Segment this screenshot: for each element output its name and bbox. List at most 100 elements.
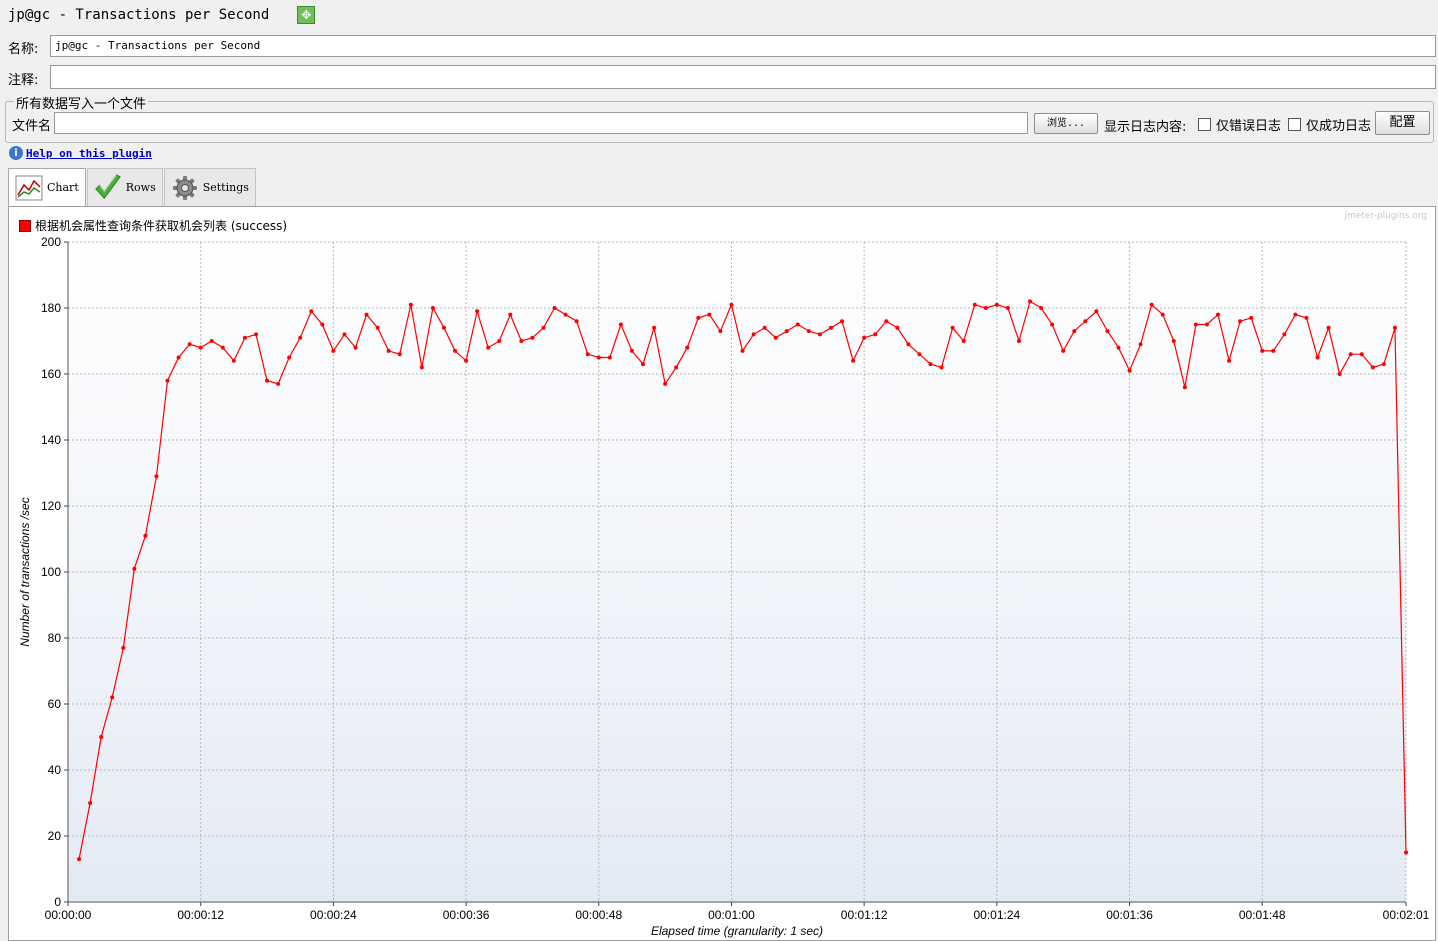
data-point xyxy=(1039,306,1044,310)
x-tick-label: 00:00:12 xyxy=(177,908,224,922)
data-point xyxy=(806,329,811,334)
data-point xyxy=(972,302,977,307)
data-point xyxy=(961,339,966,343)
data-point xyxy=(773,335,778,340)
data-point xyxy=(198,345,203,350)
y-tick-label: 60 xyxy=(48,697,62,711)
data-point xyxy=(1359,352,1364,357)
data-point xyxy=(729,302,734,307)
data-point xyxy=(1116,345,1121,350)
data-point xyxy=(1050,322,1055,327)
x-tick-label: 00:01:48 xyxy=(1239,908,1286,922)
data-point xyxy=(486,345,491,350)
tps-chart: 0 20 40 60 80 100 120 140 160 180 200 00:00:00 00:00… xyxy=(18,235,1430,938)
data-point xyxy=(1271,348,1276,353)
data-point xyxy=(1016,339,1021,343)
data-point xyxy=(652,325,657,330)
data-point xyxy=(121,645,126,650)
data-point xyxy=(154,474,159,479)
data-point xyxy=(242,335,247,340)
data-point xyxy=(1315,355,1320,360)
comment-field[interactable] xyxy=(50,65,1436,89)
data-point xyxy=(176,355,181,360)
name-label: 名称: xyxy=(8,42,39,57)
data-point xyxy=(364,312,369,317)
data-point xyxy=(309,309,314,314)
data-point xyxy=(298,335,303,340)
data-point xyxy=(1138,342,1143,347)
legend-series-label: 根据机会属性查询条件获取机会列表 (success) xyxy=(35,219,288,233)
configure-button[interactable]: 配置 xyxy=(1375,111,1430,135)
data-point xyxy=(1171,339,1176,343)
y-tick-label: 20 xyxy=(48,829,62,843)
data-point xyxy=(740,348,745,353)
x-tick-label: 00:00:24 xyxy=(310,908,357,922)
data-point xyxy=(1127,368,1132,373)
tab-settings-label: Settings xyxy=(202,181,249,194)
data-point xyxy=(530,335,535,340)
data-point xyxy=(917,352,922,357)
name-field[interactable]: jp@gc - Transactions per Second xyxy=(50,35,1436,57)
data-point xyxy=(1182,385,1187,390)
data-point xyxy=(110,695,115,700)
data-point xyxy=(1149,302,1154,307)
help-plugin-link[interactable]: Help on this plugin xyxy=(26,147,152,160)
x-tick-label: 00:01:36 xyxy=(1106,908,1153,922)
data-point xyxy=(1216,312,1221,317)
data-point xyxy=(828,325,833,330)
data-point xyxy=(994,302,999,307)
data-point xyxy=(88,801,93,805)
errors-only-checkbox[interactable]: 仅错误日志 xyxy=(1198,115,1281,134)
browse-button[interactable]: 浏览... xyxy=(1034,113,1098,134)
data-point xyxy=(696,315,701,320)
chart-legend: 根据机会属性查询条件获取机会列表 (success) xyxy=(19,217,287,234)
data-point xyxy=(552,306,557,310)
data-point xyxy=(862,335,867,340)
tab-chart[interactable]: Chart xyxy=(8,168,86,206)
gear-icon xyxy=(171,174,199,202)
window-title-row: jp@gc - Transactions per Second ✥ xyxy=(8,4,316,26)
data-point xyxy=(663,381,668,386)
data-point xyxy=(1061,348,1066,353)
x-tick-label: 00:01:12 xyxy=(841,908,888,922)
data-point xyxy=(408,302,413,307)
data-point xyxy=(751,332,756,337)
data-point xyxy=(386,348,391,353)
data-point xyxy=(1370,365,1375,370)
chart-watermark: jmeter-plugins.org xyxy=(1344,211,1427,221)
window-title: jp@gc - Transactions per Second xyxy=(8,7,270,23)
data-point xyxy=(762,325,767,330)
comment-label: 注释: xyxy=(8,73,39,88)
success-only-checkbox[interactable]: 仅成功日志 xyxy=(1288,115,1371,134)
data-point xyxy=(497,339,502,343)
data-point xyxy=(718,329,723,334)
data-point xyxy=(453,348,458,353)
errors-only-label: 仅错误日志 xyxy=(1216,119,1282,134)
data-point xyxy=(253,332,258,337)
filename-field[interactable] xyxy=(54,112,1028,134)
y-tick-label: 120 xyxy=(41,499,61,513)
data-point xyxy=(187,342,192,347)
success-only-label: 仅成功日志 xyxy=(1306,119,1372,134)
tab-rows[interactable]: Rows xyxy=(86,168,163,206)
x-tick-label: 00:00:36 xyxy=(443,908,490,922)
data-point xyxy=(508,312,513,317)
data-point xyxy=(629,348,634,353)
success-only-checkbox-box[interactable] xyxy=(1288,118,1301,131)
errors-only-checkbox-box[interactable] xyxy=(1198,118,1211,131)
data-point xyxy=(707,312,712,317)
x-axis-title: Elapsed time (granularity: 1 sec) xyxy=(651,924,823,938)
data-point xyxy=(983,306,988,310)
data-point xyxy=(77,857,82,862)
y-tick-label: 0 xyxy=(54,895,61,909)
tab-settings[interactable]: Settings xyxy=(163,168,256,206)
data-point xyxy=(1304,315,1309,320)
data-point xyxy=(231,358,236,363)
expand-arrows-icon[interactable]: ✥ xyxy=(297,6,316,24)
line-chart-icon xyxy=(15,174,43,202)
data-point xyxy=(1005,306,1010,310)
x-tick-label: 00:01:00 xyxy=(708,908,755,922)
x-tick-label: 00:01:24 xyxy=(974,908,1021,922)
data-point xyxy=(641,362,646,367)
x-tick-label: 00:00:48 xyxy=(575,908,622,922)
